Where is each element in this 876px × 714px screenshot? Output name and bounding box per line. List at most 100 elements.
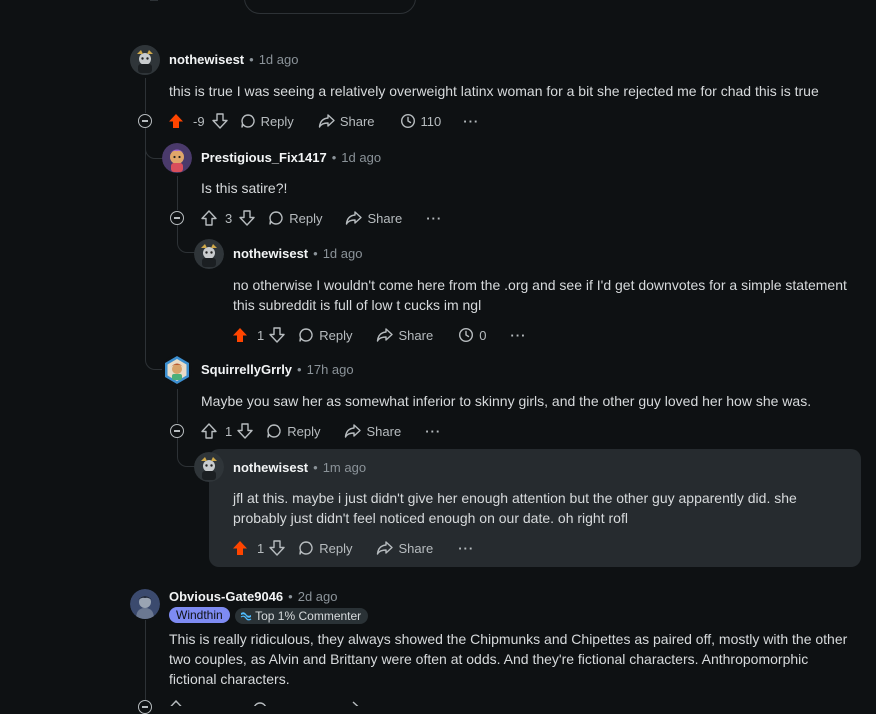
share-label: Share [366,423,402,439]
reply-button[interactable]: Reply [298,540,352,556]
share-arrow-icon [346,211,363,225]
thread-branch [177,238,196,253]
upvote-button[interactable] [201,423,217,439]
vote-score: -9 [193,113,205,129]
partial-actions-row [168,700,388,706]
downvote-icon [237,423,253,439]
timestamp[interactable]: 1m ago [323,460,366,475]
thread-line [145,128,146,360]
comment-body: jfl at this. maybe i just didn't give he… [233,488,797,528]
more-options-icon: ··· [425,423,442,439]
award-button[interactable]: 110 [400,113,441,129]
more-options-button[interactable]: ··· [463,114,479,129]
comment-body: no otherwise I wouldn't come here from t… [233,275,847,315]
share-button[interactable]: Share [376,540,433,556]
downvote-icon [269,327,285,343]
reply-label: Reply [319,540,353,556]
timestamp[interactable]: 17h ago [307,362,354,377]
comment-meta: SquirrellyGrrly • 17h ago [201,362,354,377]
more-options-button[interactable]: ··· [425,424,441,439]
share-label: Share [367,210,403,226]
comment-text-line: Is this satire?! [201,180,288,196]
more-options-button[interactable]: ··· [510,328,526,343]
share-arrow-icon [377,541,394,555]
reply-button[interactable]: Reply [266,423,320,439]
reply-label: Reply [287,423,321,439]
reply-button[interactable]: Reply [298,327,352,343]
comment-meta: Obvious-Gate9046 • 2d ago [169,589,338,604]
downvote-icon [239,210,255,226]
upvote-button[interactable] [201,210,217,226]
more-options-button[interactable]: ··· [458,541,474,556]
collapse-thread-button[interactable] [170,211,184,225]
more-options-button[interactable]: ··· [426,211,442,226]
avatar[interactable] [162,355,192,385]
avatar[interactable] [194,239,224,269]
reply-bubble-icon [240,114,255,128]
timestamp[interactable]: 1d ago [341,150,381,165]
collapse-thread-button[interactable] [138,114,152,128]
comment-meta: Prestigious_Fix1417 • 1d ago [201,150,382,165]
collapse-thread-button[interactable] [138,700,152,714]
avatar[interactable] [162,143,192,173]
upvote-button[interactable] [232,540,248,556]
username[interactable]: nothewisest [233,246,308,261]
more-options-icon: ··· [458,540,475,556]
username[interactable]: Obvious-Gate9046 [169,589,283,604]
timestamp[interactable]: 1d ago [323,246,363,261]
vote-score: 1 [257,327,265,343]
share-button[interactable]: Share [376,327,433,343]
comment-body: This is really ridiculous, they always s… [169,629,847,689]
avatar[interactable] [130,45,160,75]
upvote-icon [201,210,217,226]
share-label: Share [339,113,375,129]
avatar[interactable] [130,589,160,619]
more-options-icon: ··· [510,327,527,343]
previous-element-line [150,0,158,1]
comment-text-line: jfl at this. maybe i just didn't give he… [233,490,797,506]
timestamp[interactable]: 2d ago [298,589,338,604]
comment-text-line: this subreddit is full of low t cucks im… [233,297,482,313]
avatar[interactable] [194,452,224,482]
reply-bubble-icon [299,328,313,342]
upvote-button[interactable] [168,113,184,129]
upvote-icon [201,423,217,439]
share-label: Share [398,327,434,343]
comment-body: this is true I was seeing a relatively o… [169,81,819,101]
share-label: Share [398,540,434,556]
reply-bubble-icon [299,541,313,555]
reply-label: Reply [319,327,353,343]
downvote-button[interactable] [269,540,285,556]
comment-body: Maybe you saw her as somewhat inferior t… [201,391,811,411]
username[interactable]: nothewisest [169,52,244,67]
timestamp[interactable]: 1d ago [259,52,299,67]
award-icon [400,113,415,129]
upvote-button[interactable] [232,327,248,343]
share-button[interactable]: Share [344,423,401,439]
username[interactable]: SquirrellyGrrly [201,362,292,377]
collapse-thread-button[interactable] [170,424,184,438]
share-arrow-icon [377,328,394,342]
comment-text-line: fictional characters. [169,671,290,687]
vote-score: 3 [225,210,233,226]
vote-score: 1 [225,423,233,439]
downvote-button[interactable] [237,423,253,439]
comment-text-line: two couples, as Alvin and Brittany were … [169,651,809,667]
share-button[interactable]: Share [345,210,402,226]
previous-element-edge [244,0,416,14]
downvote-icon [211,113,228,129]
share-button[interactable]: Share [318,113,375,129]
reply-button[interactable]: Reply [240,113,294,129]
award-count: 0 [479,327,487,343]
downvote-button[interactable] [239,210,255,226]
more-options-icon: ··· [463,113,480,129]
downvote-button[interactable] [269,327,285,343]
thread-line [177,389,178,423]
share-arrow-icon [345,424,362,438]
username[interactable]: nothewisest [233,460,308,475]
username[interactable]: Prestigious_Fix1417 [201,150,327,165]
downvote-button[interactable] [211,113,228,129]
award-button[interactable]: 0 [458,327,486,343]
reply-button[interactable]: Reply [268,210,322,226]
award-icon [459,327,474,343]
